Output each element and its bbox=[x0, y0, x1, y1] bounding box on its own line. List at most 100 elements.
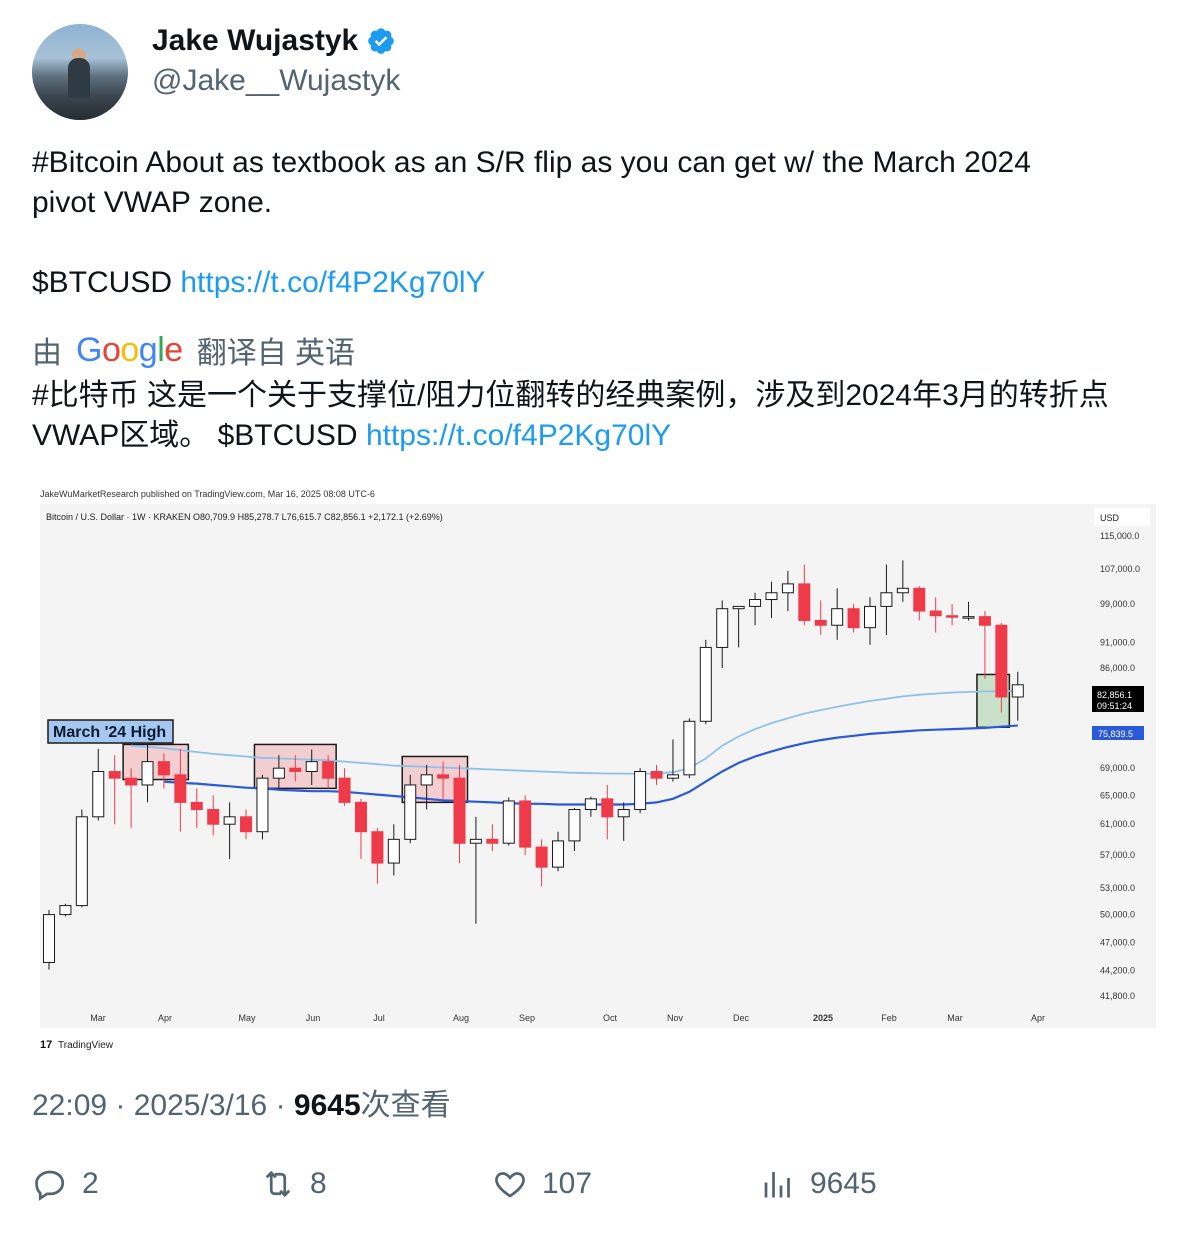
views-count: 9645 bbox=[810, 1167, 877, 1200]
candle-body bbox=[75, 816, 88, 907]
tweet-text-line1: #Bitcoin About as textbook as an S/R fli… bbox=[32, 146, 1031, 179]
reply-count: 2 bbox=[82, 1167, 99, 1200]
tweet-text-line2: pivot VWAP zone. bbox=[32, 186, 273, 219]
candle-body bbox=[125, 777, 138, 786]
candle-body bbox=[601, 798, 614, 818]
chart-published-by: JakeWuMarketResearch published on Tradin… bbox=[40, 489, 375, 499]
candle-body bbox=[765, 592, 778, 601]
y-tick-label: 86,000.0 bbox=[1100, 663, 1135, 673]
tweet-ticker[interactable]: $BTCUSD bbox=[32, 266, 172, 299]
candle-body bbox=[486, 838, 499, 844]
candle-body bbox=[289, 767, 302, 772]
y-tick-label: 91,000.0 bbox=[1100, 637, 1135, 647]
y-tick-label: 41,800.0 bbox=[1100, 991, 1135, 1001]
candle-body bbox=[535, 846, 548, 868]
candle-body bbox=[141, 761, 154, 786]
translated-by-prefix: 由 bbox=[32, 337, 62, 370]
x-tick-label: Oct bbox=[603, 1013, 618, 1023]
y-tick-label: 44,200.0 bbox=[1100, 966, 1135, 976]
y-tick-label: 47,000.0 bbox=[1100, 938, 1135, 948]
annotation-group: March '24 High bbox=[47, 719, 174, 744]
candle-body bbox=[896, 587, 909, 594]
candle-body bbox=[272, 767, 285, 779]
tradingview-logo-icon: 17 bbox=[40, 1039, 52, 1051]
views-button[interactable]: 9645 bbox=[760, 1166, 877, 1202]
author-name[interactable]: Jake Wujastyk bbox=[152, 24, 358, 58]
candle-body bbox=[584, 798, 597, 811]
reply-button[interactable]: 2 bbox=[32, 1166, 99, 1202]
translated-by[interactable]: 由 Google 翻译自 英语 bbox=[32, 328, 355, 372]
tradingview-footer: 17 TradingView bbox=[40, 1039, 114, 1051]
chart-image[interactable]: JakeWuMarketResearch published on Tradin… bbox=[32, 480, 1164, 1058]
x-tick-label: Apr bbox=[158, 1013, 172, 1023]
candle-body bbox=[683, 720, 696, 776]
reply-icon bbox=[35, 1170, 65, 1201]
x-tick-label: Feb bbox=[881, 1013, 897, 1023]
x-tick-label: Nov bbox=[667, 1013, 684, 1023]
last-price: 82,856.1 bbox=[1097, 690, 1132, 700]
candle-body bbox=[978, 616, 991, 626]
retweet-button[interactable]: 8 bbox=[260, 1166, 327, 1202]
like-button[interactable]: 107 bbox=[492, 1166, 592, 1202]
candle-body bbox=[552, 840, 565, 868]
candle-body bbox=[43, 914, 55, 963]
y-tick-label: 61,000.0 bbox=[1100, 819, 1135, 829]
candle-body bbox=[502, 800, 515, 844]
candle-body bbox=[1011, 684, 1024, 698]
countdown: 09:51:24 bbox=[1097, 701, 1132, 711]
candle-body bbox=[420, 774, 433, 786]
y-tick-label: 53,000.0 bbox=[1100, 883, 1135, 893]
chart-currency: USD bbox=[1100, 513, 1120, 523]
tweet-date[interactable]: 2025/3/16 bbox=[134, 1089, 267, 1122]
tweet-time[interactable]: 22:09 bbox=[32, 1089, 107, 1122]
candle-body bbox=[716, 608, 729, 648]
candle-body bbox=[699, 646, 712, 722]
y-tick-label: 69,000.0 bbox=[1100, 763, 1135, 773]
chart-background bbox=[40, 504, 1156, 1028]
candle-body bbox=[995, 624, 1008, 698]
heart-icon bbox=[495, 1172, 525, 1198]
verified-badge-icon bbox=[368, 28, 395, 54]
candle-body bbox=[650, 770, 663, 779]
x-tick-label: Dec bbox=[733, 1013, 750, 1023]
y-tick-label: 115,000.0 bbox=[1100, 531, 1139, 541]
tweet-views-label: 次查看 bbox=[360, 1089, 451, 1122]
candle-body bbox=[404, 784, 417, 840]
google-logo: Google bbox=[76, 330, 183, 369]
candle-body bbox=[338, 777, 351, 803]
candle-body bbox=[157, 761, 170, 776]
candle-body bbox=[749, 599, 762, 607]
author-handle[interactable]: @Jake__Wujastyk bbox=[152, 64, 400, 98]
candle-body bbox=[913, 587, 926, 612]
tweet-link[interactable]: https://t.co/f4P2Kg70lY bbox=[180, 266, 485, 299]
candle-body bbox=[831, 608, 844, 626]
candle-body bbox=[174, 774, 187, 803]
x-tick-label: Jul bbox=[373, 1013, 385, 1023]
candle-body bbox=[814, 619, 827, 626]
x-tick-label: Sep bbox=[519, 1013, 535, 1023]
x-tick-label: 2025 bbox=[813, 1013, 833, 1023]
candle-body bbox=[256, 777, 269, 833]
candle-body bbox=[847, 608, 860, 629]
action-bar: 2 8 107 9645 bbox=[32, 1166, 1164, 1210]
author-name-row: Jake Wujastyk bbox=[152, 24, 396, 58]
y-tick-label: 65,000.0 bbox=[1100, 790, 1135, 800]
vwap-price: 75,839.5 bbox=[1098, 729, 1133, 739]
candle-body bbox=[240, 816, 253, 833]
retweet-count: 8 bbox=[310, 1167, 327, 1200]
x-tick-label: Aug bbox=[453, 1013, 469, 1023]
avatar-body bbox=[68, 58, 90, 98]
translated-link[interactable]: https://t.co/f4P2Kg70lY bbox=[366, 419, 671, 452]
candle-body bbox=[798, 583, 811, 621]
x-tick-label: Apr bbox=[1031, 1013, 1045, 1023]
candle-body bbox=[880, 592, 893, 607]
x-tick-label: Mar bbox=[947, 1013, 963, 1023]
candle-body bbox=[190, 801, 203, 811]
candle-body bbox=[59, 905, 72, 916]
y-tick-label: 107,000.0 bbox=[1100, 564, 1140, 574]
y-tick-label: 57,000.0 bbox=[1100, 850, 1135, 860]
candle-body bbox=[437, 774, 450, 779]
candle-body bbox=[92, 770, 105, 818]
views-icon bbox=[764, 1172, 790, 1198]
avatar[interactable] bbox=[32, 24, 128, 120]
